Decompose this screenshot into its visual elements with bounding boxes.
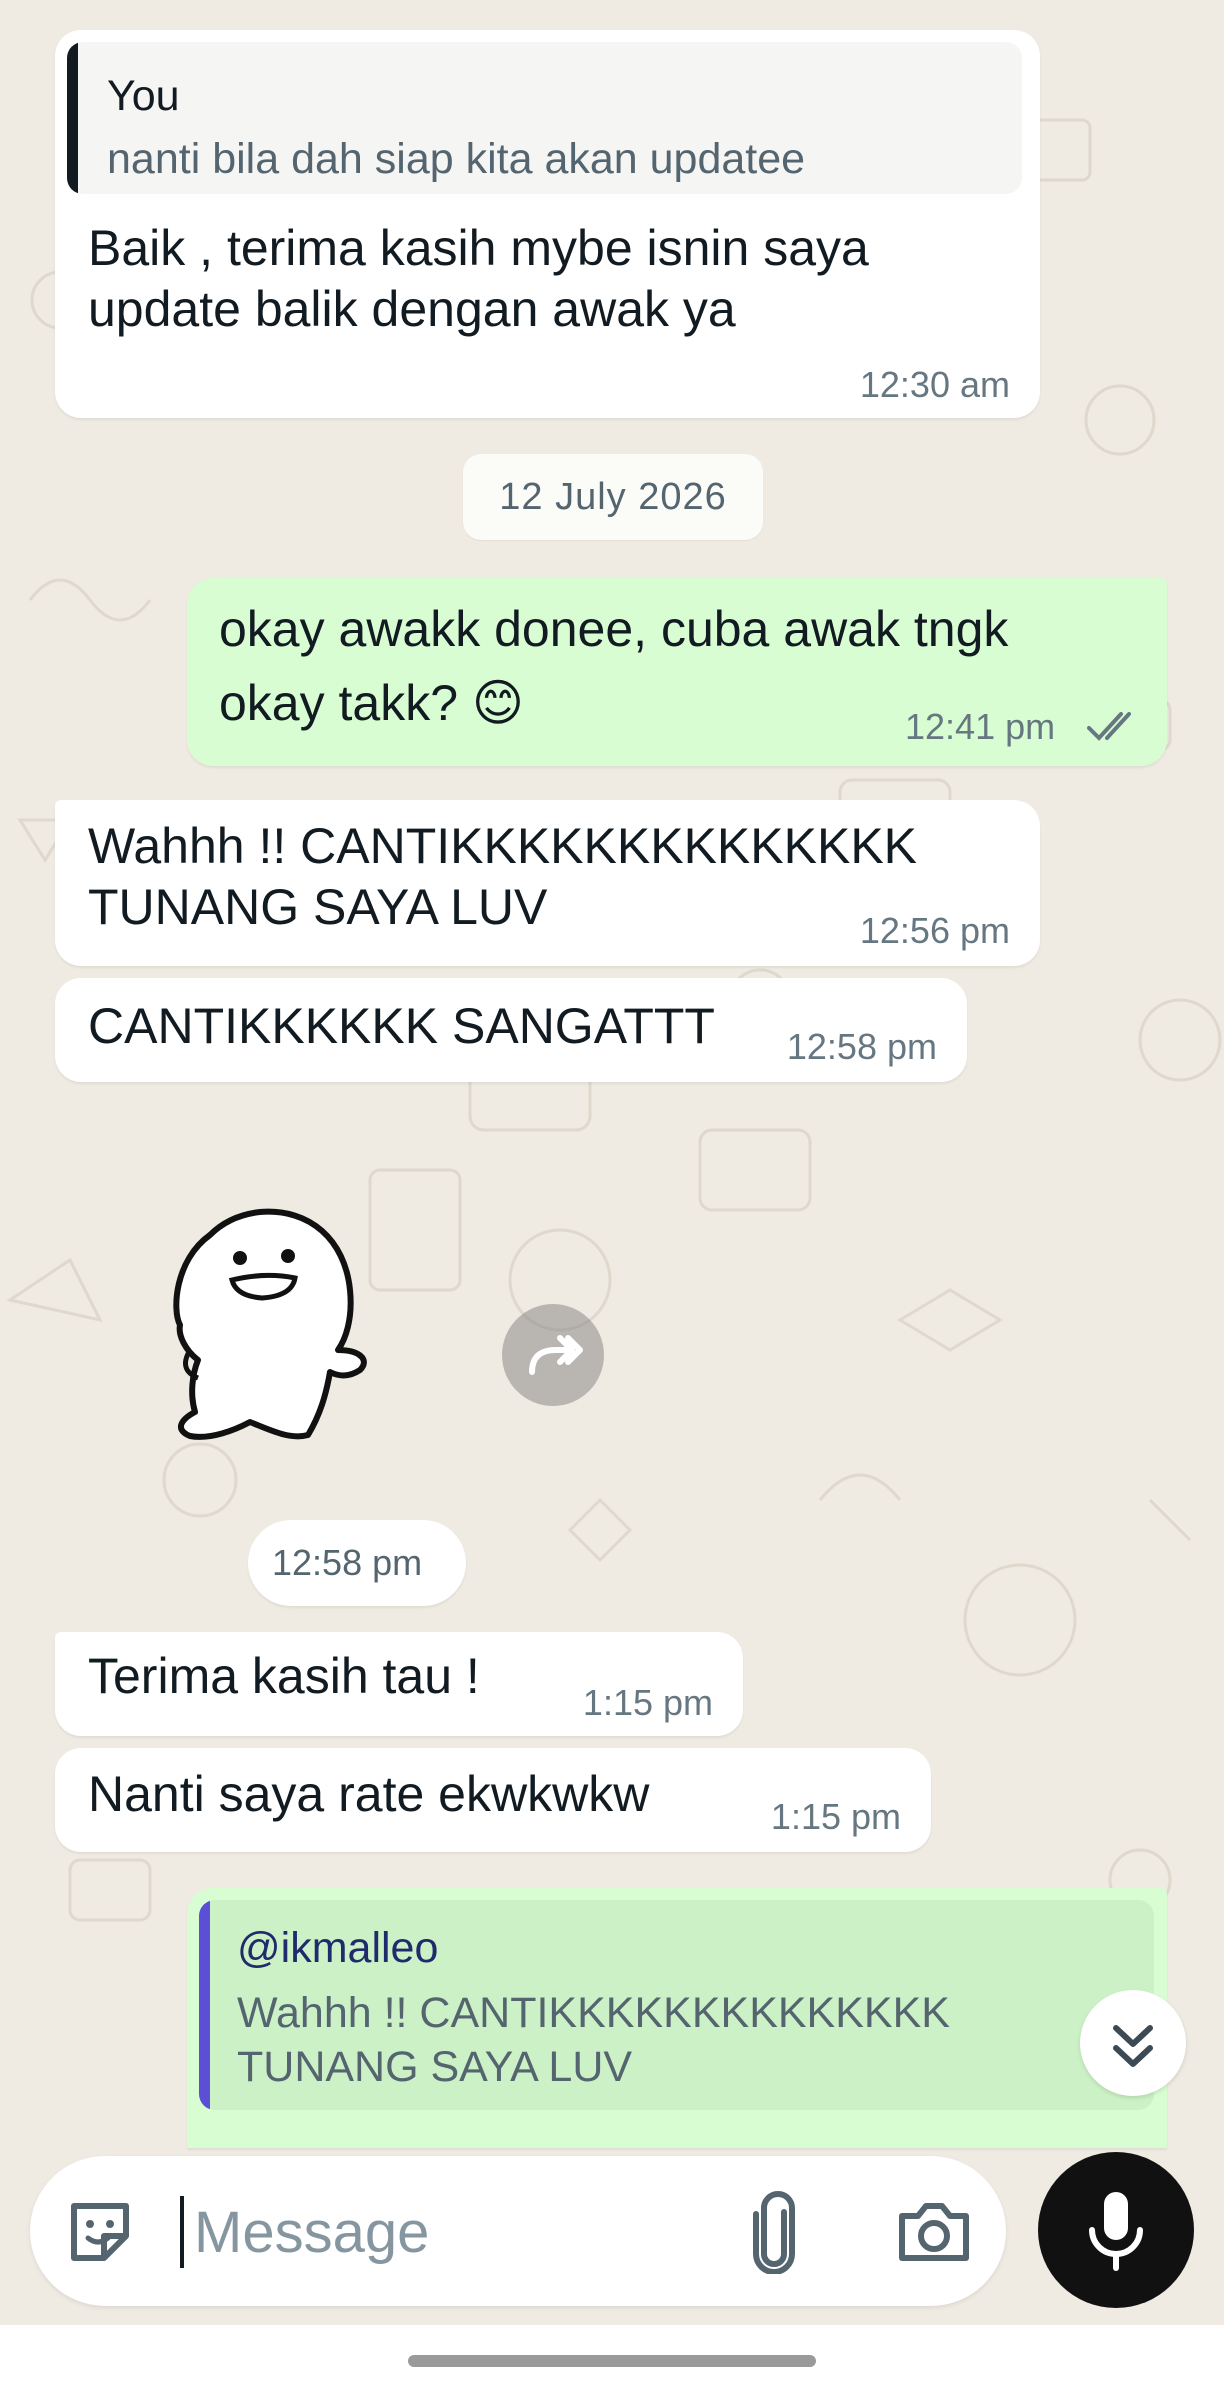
quoted-message[interactable]: @ikmalleo Wahhh !! CANTIKKKKKKKKKKKKKK T…	[199, 1900, 1154, 2110]
sticker-character-icon[interactable]	[150, 1200, 380, 1450]
message-text: Terima kasih tau !	[88, 1648, 480, 1704]
home-indicator[interactable]	[408, 2355, 816, 2367]
message-input[interactable]	[180, 2196, 764, 2268]
quote-author: @ikmalleo	[237, 1924, 439, 1972]
forward-button[interactable]	[502, 1304, 604, 1406]
message-composer	[30, 2156, 1006, 2306]
double-check-icon	[1087, 712, 1131, 741]
quoted-message[interactable]: You nanti bila dah siap kita akan update…	[67, 42, 1022, 194]
message-text: okay awakk donee, cuba awak tngk okay ta…	[219, 601, 1009, 731]
message-time: 12:30 am	[859, 364, 1010, 405]
message-bubble-incoming[interactable]: Nanti saya rate ekwkwkw 1:15 pm	[55, 1748, 931, 1852]
quote-author: You	[107, 72, 180, 120]
attach-button[interactable]	[740, 2188, 810, 2275]
message-text: Nanti saya rate ekwkwkw	[88, 1766, 650, 1822]
sticker-time-pill: 12:58 pm	[248, 1520, 466, 1606]
message-time: 1:15 pm	[770, 1796, 901, 1837]
message-time: 12:58 pm	[786, 1026, 937, 1067]
message-time: 12:56 pm	[859, 910, 1010, 951]
paperclip-icon	[753, 2191, 795, 2275]
camera-icon	[899, 2203, 969, 2261]
scroll-to-bottom-button[interactable]	[1080, 1990, 1186, 2096]
sticker-emoji-icon	[71, 2203, 129, 2261]
microphone-icon	[1089, 2192, 1143, 2271]
message-bubble-incoming[interactable]: Wahhh !! CANTIKKKKKKKKKKKKKK TUNANG SAYA…	[55, 800, 1040, 966]
voice-record-button[interactable]	[1038, 2152, 1194, 2308]
double-chevron-down-icon	[1113, 2025, 1153, 2067]
message-time: 12:41 pm	[905, 706, 1056, 747]
date-separator: 12 July 2026	[463, 454, 763, 540]
message-text: CANTIKKKKKK SANGATTT	[88, 998, 715, 1054]
quote-accent-bar	[199, 1900, 210, 2110]
quote-text: nanti bila dah siap kita akan updatee	[107, 135, 806, 183]
message-bubble-incoming[interactable]: Terima kasih tau ! 1:15 pm	[55, 1632, 743, 1736]
quote-text: Wahhh !! CANTIKKKKKKKKKKKKKK TUNANG SAYA…	[237, 1989, 950, 2091]
message-bubble-outgoing[interactable]: okay awakk donee, cuba awak tngk okay ta…	[187, 578, 1167, 766]
message-bubble-incoming[interactable]: You nanti bila dah siap kita akan update…	[55, 30, 1040, 418]
sticker-emoji-button[interactable]	[60, 2192, 140, 2272]
forward-icon	[529, 1335, 583, 1375]
message-time: 12:58 pm	[272, 1542, 423, 1583]
message-text: Wahhh !! CANTIKKKKKKKKKKKKKK TUNANG SAYA…	[88, 818, 918, 935]
message-bubble-outgoing[interactable]: @ikmalleo Wahhh !! CANTIKKKKKKKKKKKKKK T…	[187, 1888, 1167, 2148]
quote-accent-bar	[67, 42, 78, 194]
message-text: Baik , terima kasih mybe isnin saya upda…	[88, 220, 869, 337]
message-bubble-incoming[interactable]: CANTIKKKKKK SANGATTT 12:58 pm	[55, 978, 967, 1082]
message-time: 1:15 pm	[582, 1682, 713, 1723]
camera-button[interactable]	[892, 2190, 976, 2274]
